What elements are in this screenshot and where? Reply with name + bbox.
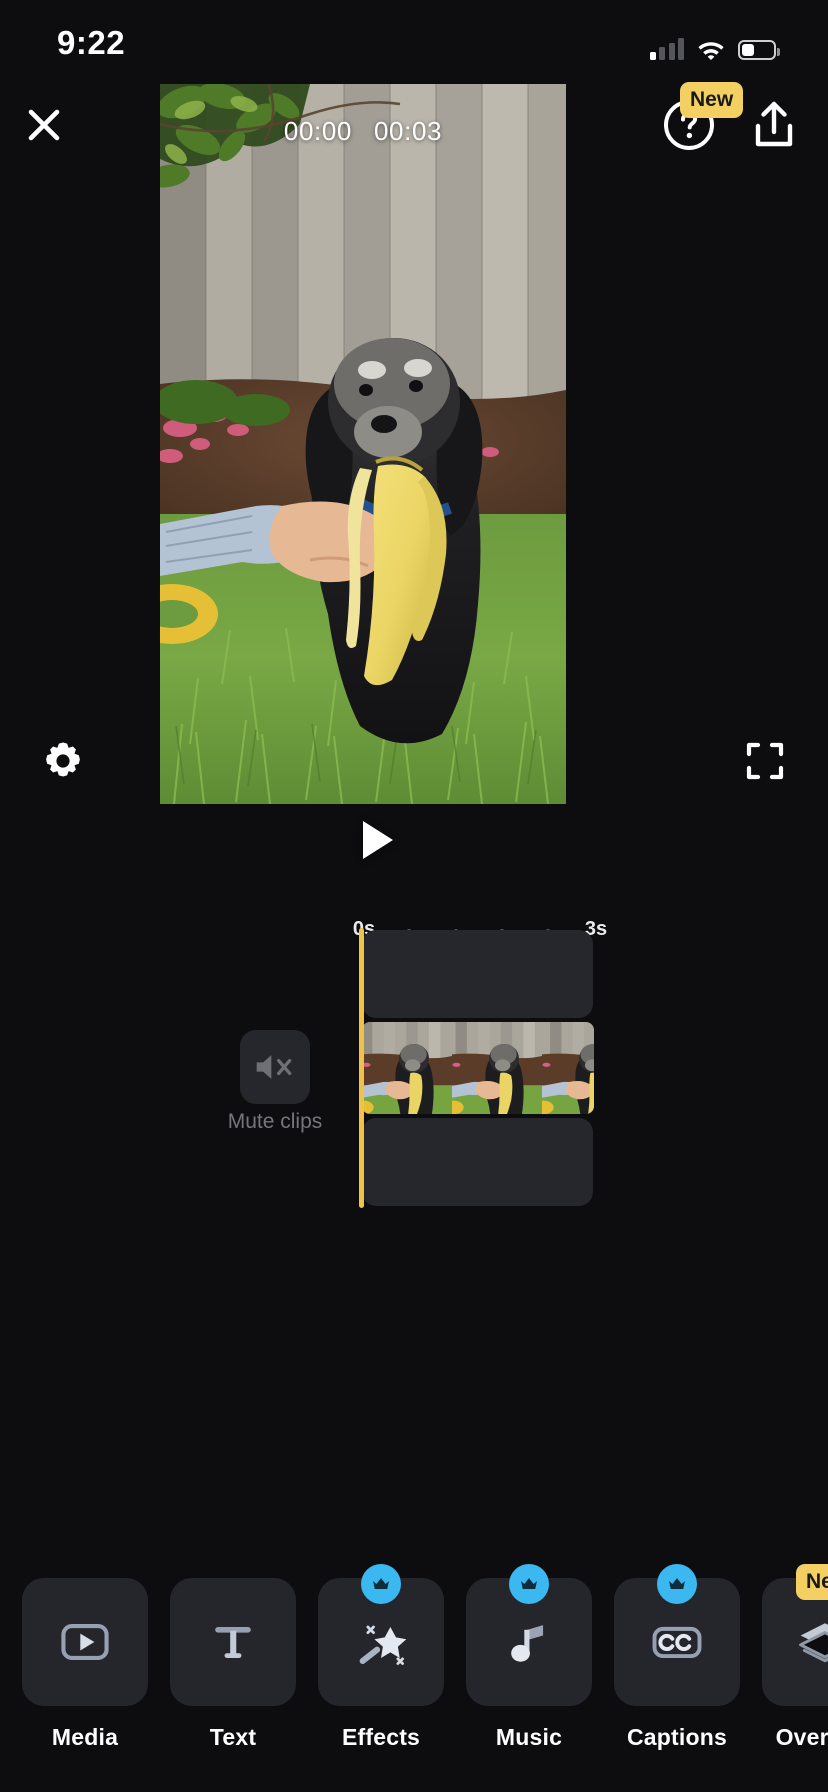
tool-media[interactable]: Media <box>22 1578 148 1751</box>
fullscreen-button[interactable] <box>744 740 786 782</box>
timeline-clip-thumbnails[interactable] <box>362 1022 594 1114</box>
header-actions: New <box>662 82 800 152</box>
timeline-track-overlay-top[interactable] <box>362 930 593 1018</box>
tool-captions[interactable]: Captions <box>614 1564 740 1751</box>
total-timecode: 00:03 <box>374 116 443 146</box>
pro-crown-badge <box>657 1564 697 1604</box>
tool-captions-label: Captions <box>627 1724 727 1750</box>
share-upload-icon <box>755 101 793 147</box>
tool-list: Media Text Effects Music Captions Ne Ove… <box>22 1564 828 1751</box>
tool-effects-label: Effects <box>341 1724 421 1750</box>
gear-icon <box>46 742 80 777</box>
video-canvas[interactable] <box>160 84 566 804</box>
tool-effects[interactable]: Effects <box>318 1564 444 1751</box>
magic-wand-icon <box>359 1625 407 1665</box>
video-frame-image <box>160 84 566 804</box>
pro-crown-badge <box>509 1564 549 1604</box>
tool-media-label: Media <box>51 1724 119 1750</box>
status-bar: 9:22 <box>0 0 828 86</box>
signal-bars-icon <box>649 38 684 60</box>
music-note-icon <box>511 1625 544 1662</box>
status-bar-clock: 9:22 <box>57 24 126 61</box>
pro-crown-badge <box>361 1564 401 1604</box>
current-timecode: 00:00 <box>283 116 352 146</box>
wifi-icon <box>696 38 726 60</box>
bottom-toolbar: Media Text Effects Music Captions Ne Ove… <box>0 1560 828 1792</box>
overlays-new-badge: New <box>796 1564 828 1600</box>
video-editor-screen: 9:22 00:00 00:03 New 0s 3s Mute clips Me… <box>0 0 828 1792</box>
battery-icon <box>738 40 780 60</box>
status-bar-indicators <box>649 30 780 60</box>
mute-clips-label: Mute clips <box>227 1110 323 1133</box>
player-controls <box>0 738 828 804</box>
crown-icon <box>521 1578 537 1589</box>
closed-caption-icon <box>652 1626 702 1659</box>
close-icon <box>28 109 60 141</box>
tool-overlays[interactable]: New Overlays <box>762 1564 828 1751</box>
tool-music-label: Music <box>495 1724 563 1750</box>
help-new-badge: New <box>680 82 744 118</box>
timecode-display: 00:00 00:03 <box>160 116 566 147</box>
clip-thumbnail <box>542 1022 594 1114</box>
crown-icon <box>669 1578 685 1589</box>
video-preview-area: 00:00 00:03 <box>0 84 828 804</box>
media-play-square-icon <box>61 1624 109 1660</box>
close-button[interactable] <box>22 103 66 147</box>
fullscreen-expand-icon <box>746 742 784 780</box>
timeline-track-overlay-bottom[interactable] <box>362 1118 593 1206</box>
tool-text-label: Text <box>209 1724 257 1750</box>
tool-text-tile[interactable] <box>170 1578 296 1706</box>
timeline-playhead[interactable] <box>359 928 364 1208</box>
clip-thumbnail <box>362 1022 452 1114</box>
speaker-mute-icon <box>256 1055 292 1079</box>
tool-media-tile[interactable] <box>22 1578 148 1706</box>
settings-button[interactable] <box>40 738 86 784</box>
clip-thumbnail <box>452 1022 542 1114</box>
text-t-icon <box>215 1627 251 1658</box>
share-button[interactable] <box>748 98 800 152</box>
mute-clips-button[interactable] <box>240 1030 310 1104</box>
tool-text[interactable]: Text <box>170 1578 296 1751</box>
crown-icon <box>373 1578 389 1589</box>
tool-overlays-label: Overlays <box>775 1724 828 1750</box>
help-button[interactable]: New <box>662 82 744 152</box>
tool-music[interactable]: Music <box>466 1564 592 1751</box>
layers-icon <box>799 1623 828 1663</box>
play-icon <box>363 821 393 859</box>
